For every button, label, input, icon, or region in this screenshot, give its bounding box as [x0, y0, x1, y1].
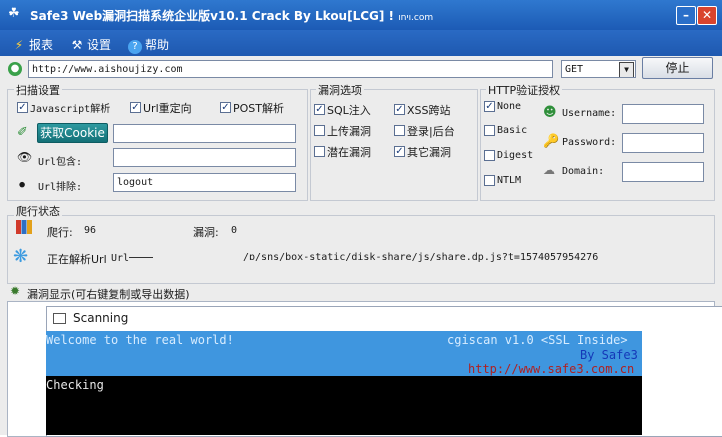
scan-settings-legend: 扫描设置 — [14, 82, 62, 98]
app-logo-icon: ☘ — [8, 6, 20, 21]
progress-dash — [129, 257, 153, 258]
minimize-button[interactable]: – — [676, 6, 696, 25]
auth-ntlm-checkbox[interactable] — [484, 175, 495, 186]
http-auth-legend: HTTP验证授权 — [486, 82, 563, 98]
user-icon: ☻ — [543, 105, 557, 120]
potential-vuln-checkbox[interactable] — [314, 146, 325, 157]
tools-icon: ⚒ — [71, 38, 83, 52]
url-exclude-input[interactable]: logout — [113, 173, 296, 192]
url-redirect-label: Url重定向 — [143, 102, 192, 115]
menu-item-settings[interactable]: ⚒ 设置 — [70, 36, 111, 53]
parsing-path: /ɒ/sns/box-static/disk-share/js/share.dp… — [243, 252, 599, 263]
domain-label: Domain: — [562, 166, 605, 177]
close-button[interactable]: ✕ — [697, 6, 717, 25]
domain-input[interactable] — [622, 162, 704, 182]
help-icon: ? — [128, 40, 142, 54]
vuln-display-label: 漏洞显示(可右键复制或导出数据) — [27, 288, 190, 301]
key-icon: 🔑 — [543, 134, 560, 149]
cookie-input[interactable] — [113, 124, 296, 143]
console-checking: Checking — [46, 378, 104, 392]
window-title: Safe3 Web漏洞扫描系统企业版v10.1 Crack By Lkou[LC… — [30, 9, 434, 23]
eye-icon: 👁 — [17, 150, 33, 164]
login-admin-checkbox[interactable] — [394, 125, 405, 136]
login-admin-label: 登录|后台 — [407, 125, 455, 138]
crawl-status-legend: 爬行状态 — [14, 203, 62, 219]
crawl-status-group — [7, 215, 715, 284]
title-tail: ויחו.com — [398, 13, 434, 23]
bomb-icon: ⚫ — [17, 178, 28, 192]
menu-bar: ⚡ 报表 ⚒ 设置 ? 帮助 — [0, 30, 722, 56]
auth-ntlm-label: NTLM — [497, 175, 522, 186]
method-value: GET — [565, 64, 584, 75]
upload-vuln-checkbox[interactable] — [314, 125, 325, 136]
password-label: Password: — [562, 137, 617, 148]
post-checkbox[interactable]: ✓ — [220, 102, 231, 113]
auth-none-checkbox[interactable]: ✓ — [484, 101, 495, 112]
console-welcome: Welcome to the real world! — [46, 333, 234, 347]
username-input[interactable] — [622, 104, 704, 124]
javascript-label: Javascript解析 — [30, 104, 111, 115]
vuln-count: 0 — [231, 225, 238, 236]
method-select[interactable]: GET ▼ — [561, 60, 636, 78]
scanning-window-title: Scanning — [73, 311, 129, 325]
potential-vuln-label: 潜在漏洞 — [327, 146, 371, 159]
url-redirect-checkbox[interactable]: ✓ — [130, 102, 141, 113]
auth-basic-checkbox[interactable] — [484, 125, 495, 136]
crawl-count: 96 — [84, 225, 97, 236]
upload-vuln-label: 上传漏洞 — [327, 125, 371, 138]
other-vuln-label: 其它漏洞 — [407, 146, 451, 159]
stop-button[interactable]: 停止 — [642, 57, 713, 79]
parsing-url-label: Url — [111, 253, 130, 264]
console-by: By Safe3 — [580, 348, 638, 362]
spinner-icon: ❋ — [13, 246, 29, 267]
get-cookie-button[interactable]: 获取Cookie — [37, 123, 108, 143]
xss-checkbox[interactable]: ✓ — [394, 104, 405, 115]
url-exclude-label: Url排除: — [38, 182, 83, 193]
close-icon: ✕ — [701, 8, 713, 22]
chevron-down-icon[interactable]: ▼ — [619, 62, 634, 77]
console-version: cgiscan v1.0 <SSL Inside> — [447, 333, 628, 347]
bug-icon: ✹ — [10, 284, 21, 298]
javascript-checkbox[interactable]: ✓ — [17, 102, 28, 113]
sql-injection-label: SQL注入 — [327, 104, 371, 117]
sql-injection-checkbox[interactable]: ✓ — [314, 104, 325, 115]
url-input[interactable]: http://www.aishoujizy.com — [28, 60, 553, 78]
auth-digest-checkbox[interactable] — [484, 150, 495, 161]
auth-none-label: None — [497, 101, 522, 112]
domain-icon: ☁ — [543, 163, 555, 177]
window-icon — [53, 313, 66, 324]
post-label: POST解析 — [233, 102, 284, 115]
cookie-tool-icon: ✐ — [17, 125, 28, 140]
auth-basic-label: Basic — [497, 125, 528, 136]
url-include-input[interactable] — [113, 148, 296, 167]
crawl-label: 爬行: — [47, 226, 73, 239]
menu-item-help[interactable]: ? 帮助 — [128, 36, 169, 54]
title-bar: ☘ Safe3 Web漏洞扫描系统企业版v10.1 Crack By Lkou[… — [0, 0, 722, 30]
parsing-label: 正在解析Url — [47, 253, 107, 266]
xss-label: XSS跨站 — [407, 104, 451, 117]
url-include-label: Url包含: — [38, 157, 83, 168]
menu-item-report[interactable]: ⚡ 报表 — [12, 36, 53, 53]
vuln-label: 漏洞: — [193, 226, 219, 239]
globe-icon: ● — [8, 62, 22, 76]
other-vuln-checkbox[interactable]: ✓ — [394, 146, 405, 157]
vuln-options-legend: 漏洞选项 — [316, 82, 364, 98]
bar-chart-icon — [16, 220, 32, 234]
auth-digest-label: Digest — [497, 150, 534, 161]
minimize-icon: – — [683, 8, 689, 22]
lightning-icon: ⚡ — [14, 38, 24, 52]
password-input[interactable] — [622, 133, 704, 153]
console-site: http://www.safe3.com.cn — [468, 362, 635, 376]
username-label: Username: — [562, 108, 617, 119]
